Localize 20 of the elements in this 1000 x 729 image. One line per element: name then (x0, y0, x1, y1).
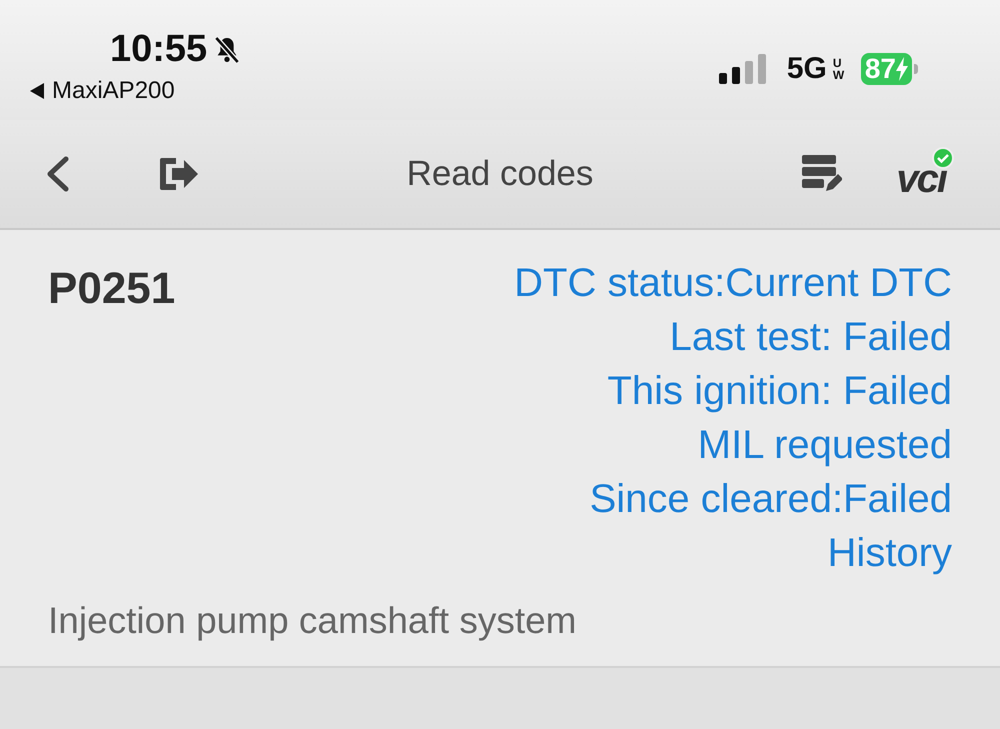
network-label: 5G (786, 52, 827, 86)
vci-button[interactable]: vci (896, 146, 954, 202)
app-name: MaxiAP200 (52, 77, 175, 105)
report-edit-icon[interactable] (802, 155, 842, 193)
page-title: Read codes (406, 154, 594, 194)
dtc-status-text: MIL requested (698, 422, 952, 469)
network-sublabel: UW (832, 57, 845, 81)
exit-icon[interactable] (158, 156, 200, 192)
battery-percent: 87 (864, 53, 896, 85)
dtc-status-text: Last test: Failed (670, 314, 952, 361)
dtc-status-text: DTC status:Current DTC (514, 260, 952, 307)
dtc-description: Injection pump camshaft system (48, 600, 578, 642)
clock-time: 10:55 (110, 28, 208, 71)
dtc-code: P0251 (48, 264, 176, 314)
dtc-status-text: Since cleared:Failed (590, 476, 952, 523)
dtc-status-text: History (828, 530, 952, 577)
signal-icon (718, 54, 767, 84)
back-to-app-link[interactable]: MaxiAP200 (30, 77, 175, 105)
dtc-status-text: This ignition: Failed (607, 368, 952, 415)
left-triangle-icon (30, 83, 44, 99)
